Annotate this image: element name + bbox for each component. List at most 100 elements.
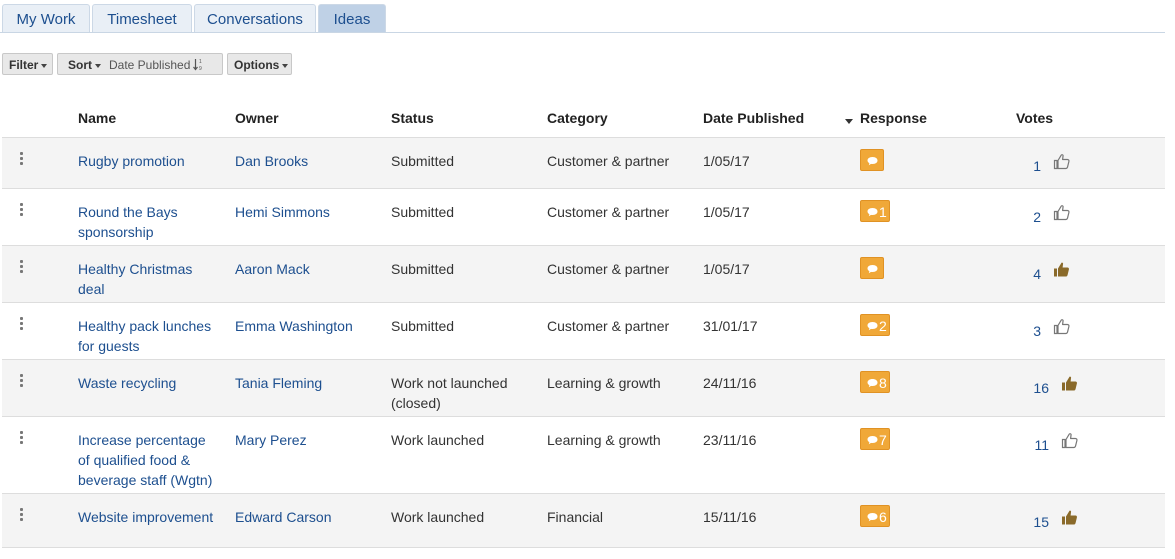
idea-name-line: Round the Bays	[78, 204, 178, 220]
idea-name-line: beverage staff (Wgtn)	[78, 472, 213, 488]
category-text: Learning & growth	[547, 432, 661, 448]
table-row: Website improvement Edward Carson Work lau…	[2, 493, 1165, 547]
sort-descending-icon: 19	[193, 58, 203, 73]
table-row: Healthy pack lunches for guests Emma Washi…	[2, 302, 1165, 359]
vote-count: 11	[1034, 437, 1049, 453]
category-text: Learning & growth	[547, 375, 661, 391]
owner-link[interactable]: Edward Carson	[235, 507, 332, 527]
response-count: 8	[879, 375, 887, 391]
date-published: 24/11/16	[703, 375, 757, 391]
thumbs-up-filled-icon[interactable]	[1053, 261, 1070, 283]
column-header-votes[interactable]: Votes	[1016, 110, 1053, 126]
status-line: Work launched	[391, 432, 485, 448]
chevron-down-icon	[282, 63, 289, 68]
sort-button[interactable]: Sort Date Published 1 9	[57, 53, 223, 75]
idea-name-line: Healthy Christmas	[78, 261, 193, 277]
status-line: (closed)	[391, 395, 441, 411]
tab-my-work[interactable]: My Work	[2, 4, 90, 32]
thumbs-up-icon[interactable]	[1053, 318, 1070, 340]
owner-link[interactable]: Dan Brooks	[235, 151, 308, 171]
tab-ideas[interactable]: Ideas	[318, 4, 386, 32]
response-badge[interactable]: 1	[860, 200, 890, 222]
owner-link[interactable]: Hemi Simmons	[235, 202, 330, 222]
column-header-name[interactable]: Name	[78, 110, 116, 126]
options-button[interactable]: Options	[227, 53, 292, 75]
owner-link[interactable]: Emma Washington	[235, 316, 353, 336]
thumbs-up-filled-icon[interactable]	[1061, 509, 1078, 531]
date-published: 23/11/16	[703, 432, 757, 448]
response-badge[interactable]: 6	[860, 505, 890, 527]
category-text: Customer & partner	[547, 153, 670, 169]
idea-name-link[interactable]: Waste recycling	[78, 373, 176, 393]
idea-name-line: Healthy pack lunches	[78, 318, 212, 334]
category-text: Customer & partner	[547, 261, 670, 277]
response-count: 7	[879, 432, 887, 448]
thumbs-up-filled-icon[interactable]	[1061, 375, 1078, 397]
owner-link[interactable]: Aaron Mack	[235, 259, 310, 279]
thumbs-up-icon[interactable]	[1053, 153, 1070, 175]
filter-label: Filter	[9, 58, 39, 72]
drag-handle-icon[interactable]	[20, 203, 24, 218]
tab-conversations[interactable]: Conversations	[194, 4, 316, 32]
comment-icon	[867, 153, 878, 169]
date-published: 31/01/17	[703, 318, 758, 334]
status-text: Work launched	[391, 507, 484, 527]
table-row: Healthy Christmas deal Aaron Mack Submitted…	[2, 245, 1165, 302]
vote-count: 4	[1033, 266, 1041, 282]
response-count: 6	[879, 509, 887, 525]
comment-icon	[867, 432, 878, 448]
drag-handle-icon[interactable]	[20, 152, 24, 167]
column-header-owner[interactable]: Owner	[235, 110, 279, 126]
table-bottom-border	[2, 547, 1165, 548]
idea-name-line: Increase percentage	[78, 432, 206, 448]
idea-name-link[interactable]: Healthy pack lunches for guests	[78, 316, 211, 356]
idea-name-link[interactable]: Increase percentage of qualified food & be…	[78, 430, 212, 490]
owner-link[interactable]: Tania Fleming	[235, 373, 322, 393]
drag-handle-icon[interactable]	[20, 260, 24, 275]
column-header-date-published[interactable]: Date Published	[703, 110, 804, 126]
idea-name-link[interactable]: Rugby promotion	[78, 151, 185, 171]
column-header-response[interactable]: Response	[860, 110, 927, 126]
idea-name-line: Website improvement	[78, 509, 214, 525]
idea-name-line: sponsorship	[78, 224, 154, 240]
tab-timesheet[interactable]: Timesheet	[92, 4, 192, 32]
idea-name-link[interactable]: Website improvement	[78, 507, 213, 527]
owner-link[interactable]: Mary Perez	[235, 430, 307, 450]
chevron-down-icon	[41, 63, 48, 68]
svg-text:1: 1	[199, 59, 202, 65]
date-published: 15/11/16	[703, 509, 757, 525]
thumbs-up-icon[interactable]	[1053, 204, 1070, 226]
status-text: Submitted	[391, 202, 454, 222]
chevron-down-icon	[95, 63, 101, 68]
comment-icon	[867, 261, 878, 277]
status-text: Work launched	[391, 430, 484, 450]
response-badge[interactable]: 2	[860, 314, 890, 336]
column-header-category[interactable]: Category	[547, 110, 608, 126]
vote-count: 2	[1033, 209, 1041, 225]
category-text: Customer & partner	[547, 204, 670, 220]
sort-label: Sort	[68, 58, 92, 72]
response-count: 1	[879, 204, 887, 220]
category-text: Customer & partner	[547, 318, 670, 334]
drag-handle-icon[interactable]	[20, 374, 24, 389]
thumbs-up-icon[interactable]	[1061, 432, 1078, 454]
svg-text:9: 9	[199, 66, 202, 71]
filter-button[interactable]: Filter	[2, 53, 53, 75]
response-badge[interactable]	[860, 149, 884, 171]
comment-icon	[867, 375, 878, 391]
idea-name-link[interactable]: Healthy Christmas deal	[78, 259, 192, 299]
drag-handle-icon[interactable]	[20, 508, 24, 523]
category-text: Financial	[547, 509, 604, 525]
vote-count: 15	[1033, 514, 1049, 530]
column-header-status[interactable]: Status	[391, 110, 434, 126]
idea-name-line: Rugby promotion	[78, 153, 185, 169]
response-badge[interactable]	[860, 257, 884, 279]
sort-value: Date Published	[109, 58, 191, 72]
drag-handle-icon[interactable]	[20, 431, 24, 446]
drag-handle-icon[interactable]	[20, 317, 24, 332]
table-row: Round the Bays sponsorship Hemi Simmons Sub…	[2, 188, 1165, 245]
date-published: 1/05/17	[703, 261, 750, 277]
response-badge[interactable]: 7	[860, 428, 890, 450]
response-badge[interactable]: 8	[860, 371, 890, 393]
idea-name-link[interactable]: Round the Bays sponsorship	[78, 202, 178, 242]
